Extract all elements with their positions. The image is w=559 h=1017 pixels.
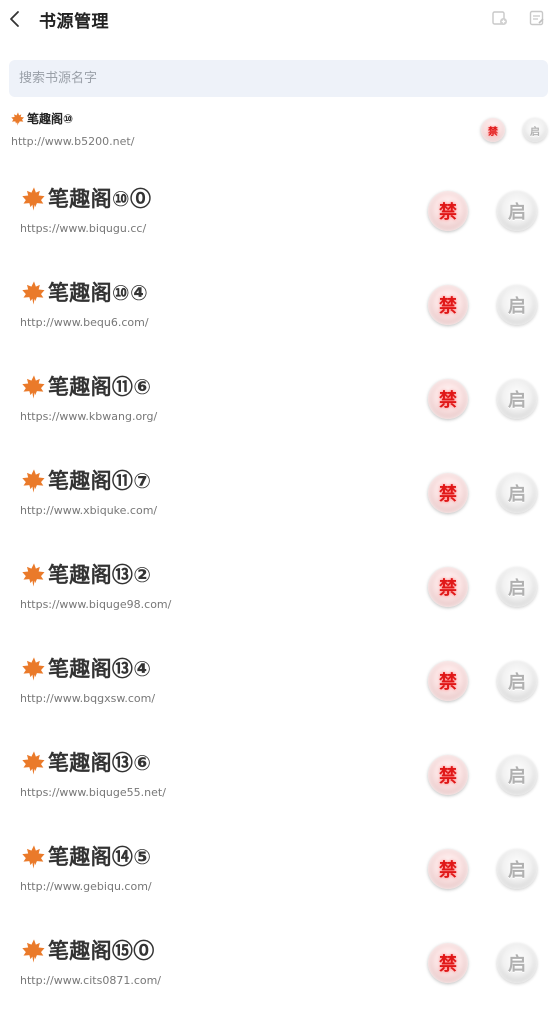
source-name: 笔趣阁⑪⑥: [48, 375, 152, 399]
search-input[interactable]: [9, 60, 548, 97]
list-item[interactable]: 笔趣阁⑩⓪ https://www.biqugu.cc/ 禁 启: [0, 171, 559, 265]
source-url: http://www.bequ6.com/: [20, 316, 149, 329]
top-bar: 书源管理: [0, 0, 559, 40]
source-url: http://www.cits0871.com/: [20, 974, 162, 987]
maple-leaf-icon: [22, 469, 45, 493]
disable-button[interactable]: 禁: [428, 943, 468, 983]
disable-button[interactable]: 禁: [428, 661, 468, 701]
source-name: 笔趣阁⑩: [27, 112, 74, 126]
enable-button[interactable]: 启: [497, 285, 537, 325]
disable-button[interactable]: 禁: [428, 567, 468, 607]
maple-leaf-icon: [22, 563, 45, 587]
source-name: 笔趣阁⑬⑥: [48, 751, 152, 775]
import-source-button[interactable]: [491, 9, 509, 27]
disable-button[interactable]: 禁: [428, 285, 468, 325]
source-name: 笔趣阁⑩⓪: [48, 187, 152, 211]
maple-leaf-icon: [22, 751, 45, 775]
list-item[interactable]: 笔趣阁⑬② https://www.biquge98.com/ 禁 启: [0, 547, 559, 641]
page-title: 书源管理: [39, 12, 109, 32]
maple-leaf-icon: [22, 187, 45, 211]
disable-button[interactable]: 禁: [428, 379, 468, 419]
source-url: http://www.gebiqu.com/: [20, 880, 152, 893]
enable-button[interactable]: 启: [523, 118, 547, 142]
enable-button[interactable]: 启: [497, 379, 537, 419]
disable-button[interactable]: 禁: [481, 118, 505, 142]
source-url: https://www.biquge98.com/: [20, 598, 172, 611]
disable-button[interactable]: 禁: [428, 473, 468, 513]
maple-leaf-icon: [22, 375, 45, 399]
source-name: 笔趣阁⑮⓪: [48, 939, 155, 963]
source-name: 笔趣阁⑪⑦: [48, 469, 152, 493]
source-url: http://www.b5200.net/: [11, 135, 135, 148]
source-url: http://www.bqgxsw.com/: [20, 692, 156, 705]
maple-leaf-icon: [22, 939, 45, 963]
chevron-left-icon: [10, 11, 19, 27]
maple-leaf-icon: [11, 112, 24, 126]
list-item[interactable]: 笔趣阁⑩④ http://www.bequ6.com/ 禁 启: [0, 265, 559, 359]
enable-button[interactable]: 启: [497, 191, 537, 231]
maple-leaf-icon: [22, 845, 45, 869]
enable-button[interactable]: 启: [497, 755, 537, 795]
source-url: https://www.biqugu.cc/: [20, 222, 147, 235]
list-item[interactable]: 笔趣阁⑭⑤ http://www.gebiqu.com/ 禁 启: [0, 829, 559, 923]
enable-button[interactable]: 启: [497, 943, 537, 983]
maple-leaf-icon: [22, 657, 45, 681]
source-url: https://www.biquge55.net/: [20, 786, 166, 799]
enable-button[interactable]: 启: [497, 849, 537, 889]
edit-note-button[interactable]: [528, 9, 546, 27]
source-url: https://www.kbwang.org/: [20, 410, 158, 423]
enable-button[interactable]: 启: [497, 473, 537, 513]
enable-button[interactable]: 启: [497, 661, 537, 701]
source-name: 笔趣阁⑬④: [48, 657, 152, 681]
enable-button[interactable]: 启: [497, 567, 537, 607]
list-item[interactable]: 笔趣阁⑪⑥ https://www.kbwang.org/ 禁 启: [0, 359, 559, 453]
list-item[interactable]: 笔趣阁⑬④ http://www.bqgxsw.com/ 禁 启: [0, 641, 559, 735]
list-item[interactable]: 笔趣阁⑪⑦ http://www.xbiquke.com/ 禁 启: [0, 453, 559, 547]
source-name: 笔趣阁⑬②: [48, 563, 152, 587]
edit-note-icon: [529, 10, 544, 26]
import-source-icon: [492, 11, 507, 25]
list-item[interactable]: 笔趣阁⑬⑥ https://www.biquge55.net/ 禁 启: [0, 735, 559, 829]
disable-button[interactable]: 禁: [428, 191, 468, 231]
source-name: 笔趣阁⑭⑤: [48, 845, 152, 869]
list-item[interactable]: 笔趣阁⑩ http://www.b5200.net/ 禁 启: [0, 106, 559, 154]
disable-button[interactable]: 禁: [428, 755, 468, 795]
maple-leaf-icon: [22, 281, 45, 305]
disable-button[interactable]: 禁: [428, 849, 468, 889]
source-name: 笔趣阁⑩④: [48, 281, 149, 305]
source-url: http://www.xbiquke.com/: [20, 504, 158, 517]
list-item[interactable]: 笔趣阁⑮⓪ http://www.cits0871.com/ 禁 启: [0, 923, 559, 1017]
back-button[interactable]: [4, 6, 26, 32]
